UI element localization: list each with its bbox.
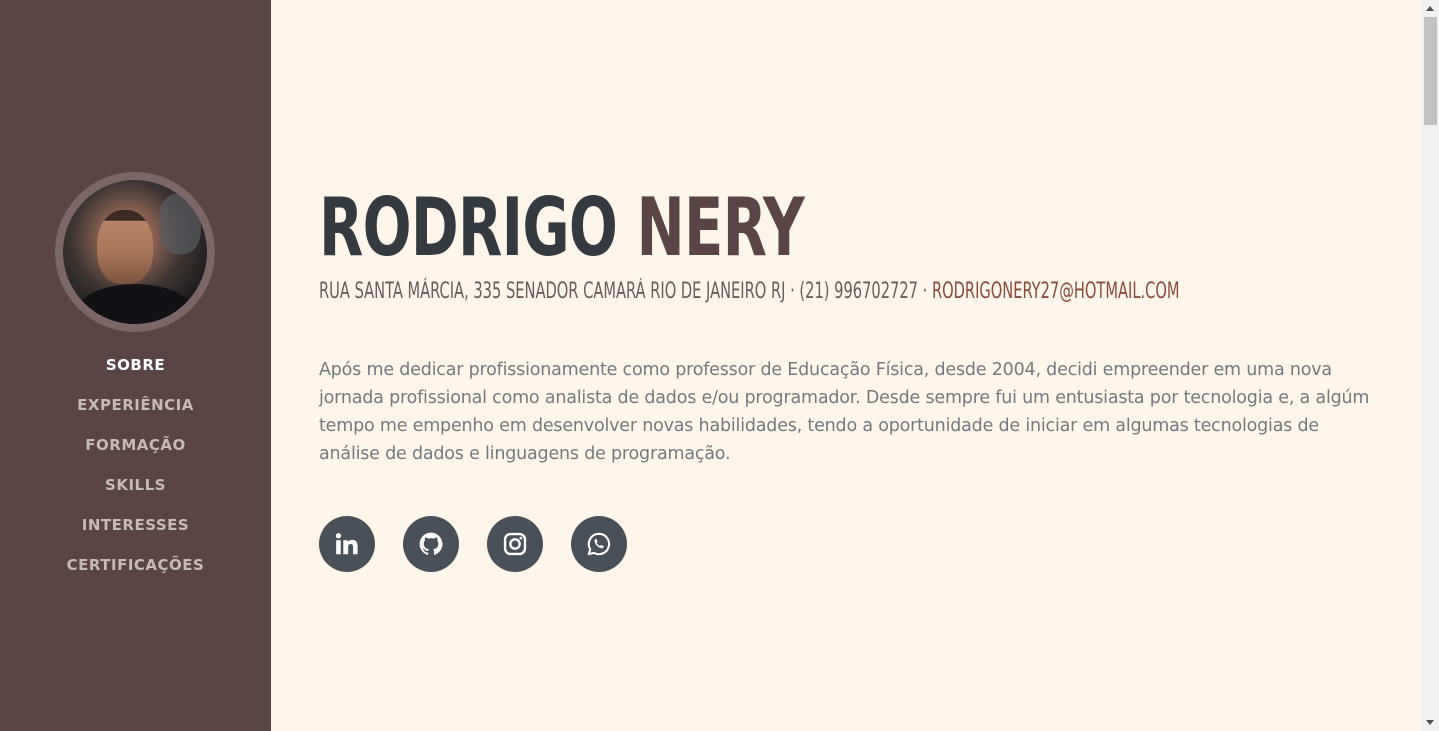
avatar [63, 180, 207, 324]
nav-item-formacao[interactable]: FORMAÇÃO [0, 432, 271, 472]
whatsapp-icon [587, 532, 611, 556]
about-text: Após me dedicar profissionamente como pr… [319, 360, 1370, 464]
last-name: NERY [636, 181, 805, 274]
contact-line: RUA SANTA MÁRCIA, 335 SENADOR CAMARÁ RIO… [319, 277, 1180, 307]
scroll-down-icon[interactable] [1426, 720, 1434, 725]
page-title: RODRIGO NERY [319, 180, 805, 276]
whatsapp-button[interactable] [571, 516, 627, 572]
sidebar: SOBRE EXPERIÊNCIA FORMAÇÃO SKILLS INTERE… [0, 0, 271, 731]
avatar-frame [55, 172, 215, 332]
linkedin-icon [335, 533, 358, 555]
github-icon [419, 532, 443, 555]
github-button[interactable] [403, 516, 459, 572]
nav-item-certificacoes[interactable]: CERTIFICAÇÕES [0, 552, 271, 592]
scroll-thumb[interactable] [1424, 17, 1437, 125]
email-link[interactable]: RODRIGONERY27@HOTMAIL.COM [932, 279, 1180, 304]
nav-item-sobre[interactable]: SOBRE [0, 352, 271, 392]
sidebar-nav: SOBRE EXPERIÊNCIA FORMAÇÃO SKILLS INTERE… [0, 352, 271, 592]
social-icons [319, 516, 627, 572]
page-scrollbar[interactable] [1422, 0, 1439, 731]
address-text: RUA SANTA MÁRCIA, 335 SENADOR CAMARÁ RIO… [319, 279, 928, 304]
linkedin-button[interactable] [319, 516, 375, 572]
instagram-button[interactable] [487, 516, 543, 572]
nav-item-experiencia[interactable]: EXPERIÊNCIA [0, 392, 271, 432]
scroll-up-icon[interactable] [1426, 6, 1434, 11]
instagram-icon [503, 532, 527, 556]
nav-item-skills[interactable]: SKILLS [0, 472, 271, 512]
nav-item-interesses[interactable]: INTERESSES [0, 512, 271, 552]
first-name: RODRIGO [319, 181, 618, 274]
